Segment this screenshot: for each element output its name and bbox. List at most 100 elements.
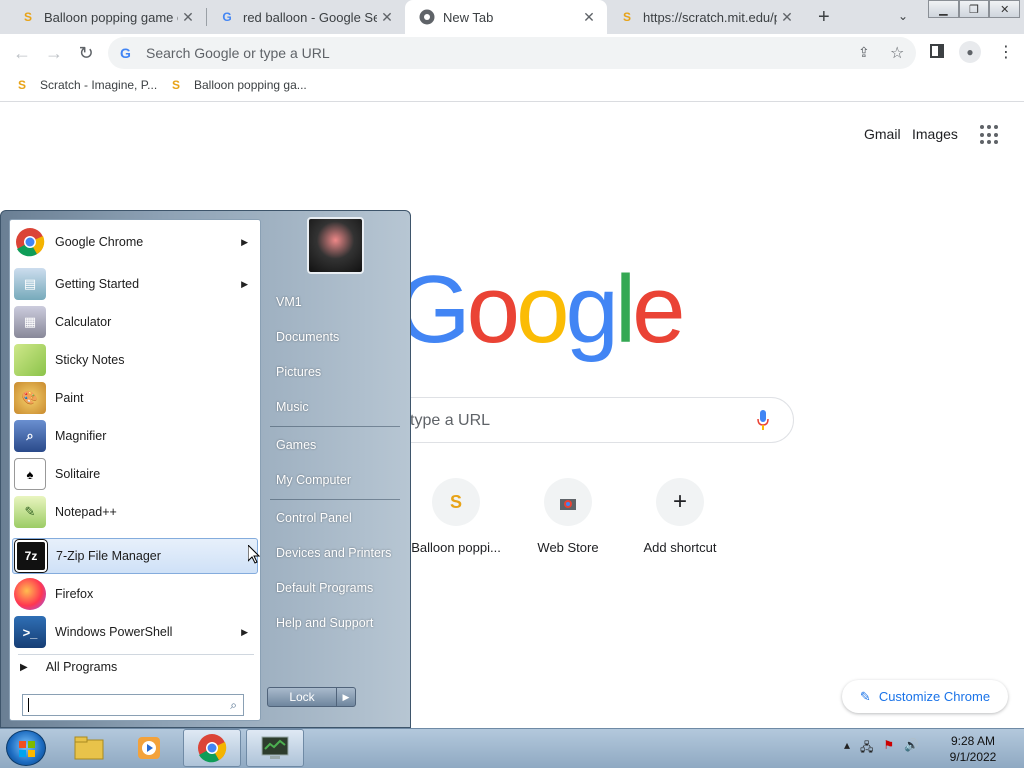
program-label: 7-Zip File Manager bbox=[56, 549, 161, 563]
program-label: Magnifier bbox=[55, 429, 107, 443]
submenu-arrow-icon: ▶ bbox=[241, 626, 248, 637]
bookmark-star-icon[interactable]: ☆ bbox=[890, 43, 904, 63]
start-menu-programs: Google Chrome ▶ ▤ Getting Started ▶ ▦ Ca… bbox=[9, 219, 261, 721]
volume-icon[interactable]: 🔊 bbox=[904, 738, 919, 759]
back-button[interactable]: ← bbox=[8, 39, 36, 67]
new-tab-button[interactable]: + bbox=[818, 6, 830, 29]
microphone-icon[interactable] bbox=[757, 410, 769, 430]
start-link-vm1[interactable]: VM1 bbox=[276, 295, 302, 309]
program-label: Sticky Notes bbox=[55, 353, 125, 367]
sticky-notes-icon bbox=[14, 344, 46, 376]
program-calculator[interactable]: ▦ Calculator bbox=[12, 304, 258, 340]
program-sticky-notes[interactable]: Sticky Notes bbox=[12, 342, 258, 378]
start-link-pictures[interactable]: Pictures bbox=[276, 365, 321, 379]
program-getting-started[interactable]: ▤ Getting Started ▶ bbox=[12, 266, 258, 302]
start-link-default-programs[interactable]: Default Programs bbox=[276, 581, 373, 595]
start-link-control-panel[interactable]: Control Panel bbox=[276, 511, 352, 525]
start-link-devices-printers[interactable]: Devices and Printers bbox=[276, 546, 391, 560]
window-controls: ▁ ❐ ✕ bbox=[928, 0, 1021, 18]
firefox-icon bbox=[14, 578, 46, 610]
tab-title: New Tab bbox=[443, 9, 494, 25]
program-label: Google Chrome bbox=[55, 235, 144, 249]
taskbar-task-manager[interactable] bbox=[246, 729, 304, 767]
shortcut-add[interactable]: + Add shortcut bbox=[625, 478, 735, 555]
address-bar[interactable]: G Search Google or type a URL ⇪ ☆ bbox=[108, 37, 916, 69]
start-link-games[interactable]: Games bbox=[276, 438, 316, 452]
chrome-icon bbox=[198, 734, 227, 763]
triangle-right-icon: ▶ bbox=[20, 661, 28, 673]
divider bbox=[18, 654, 254, 655]
shortcut-label: Web Store bbox=[537, 540, 599, 555]
start-menu: Google Chrome ▶ ▤ Getting Started ▶ ▦ Ca… bbox=[0, 210, 411, 728]
powershell-icon: >_ bbox=[14, 616, 46, 648]
gmail-link[interactable]: Gmail bbox=[864, 126, 901, 142]
tab-scratch-url[interactable]: S https://scratch.mit.edu/p ✕ bbox=[607, 0, 805, 34]
close-icon[interactable]: ✕ bbox=[377, 9, 397, 26]
shortcut-label: Balloon poppi... bbox=[411, 540, 501, 555]
start-button[interactable] bbox=[6, 730, 46, 766]
program-paint[interactable]: 🎨 Paint bbox=[12, 380, 258, 416]
web-store-icon bbox=[544, 478, 592, 526]
start-link-documents[interactable]: Documents bbox=[276, 330, 339, 344]
calculator-icon: ▦ bbox=[14, 306, 46, 338]
show-hidden-icons-icon[interactable]: ▴ bbox=[844, 738, 850, 759]
profile-avatar-icon[interactable]: ● bbox=[959, 41, 981, 63]
mouse-cursor-icon bbox=[248, 545, 260, 564]
apps-grid-icon[interactable] bbox=[980, 125, 1000, 145]
pencil-icon: ✎ bbox=[859, 688, 871, 704]
shortcut-balloon[interactable]: S Balloon poppi... bbox=[401, 478, 511, 555]
program-powershell[interactable]: >_ Windows PowerShell ▶ bbox=[12, 614, 258, 650]
browser-toolbar: ← → ↻ G Search Google or type a URL ⇪ ☆ … bbox=[0, 34, 1024, 72]
restore-button[interactable]: ❐ bbox=[958, 0, 990, 18]
bookmark-item[interactable]: S Scratch - Imagine, P... bbox=[18, 78, 157, 92]
tab-new-tab[interactable]: New Tab ✕ bbox=[405, 0, 607, 34]
close-icon[interactable]: ✕ bbox=[777, 9, 797, 26]
scratch-icon: S bbox=[432, 478, 480, 526]
minimize-button[interactable]: ▁ bbox=[928, 0, 959, 18]
images-link[interactable]: Images bbox=[912, 126, 958, 142]
forward-button[interactable]: → bbox=[40, 39, 68, 67]
solitaire-icon: ♠ bbox=[14, 458, 46, 490]
all-programs-button[interactable]: ▶ All Programs bbox=[20, 660, 117, 674]
tab-title: https://scratch.mit.edu/p bbox=[643, 9, 777, 25]
reload-button[interactable]: ↻ bbox=[72, 39, 100, 67]
taskbar-chrome[interactable] bbox=[183, 729, 241, 767]
search-placeholder: type a URL bbox=[410, 412, 491, 429]
program-firefox[interactable]: Firefox bbox=[12, 576, 258, 612]
action-center-icon[interactable]: ⚑ bbox=[883, 738, 894, 759]
close-icon[interactable]: ✕ bbox=[178, 9, 198, 26]
tab-search-chevron-icon[interactable]: ⌄ bbox=[898, 9, 908, 23]
taskbar-media-player[interactable] bbox=[120, 729, 178, 767]
program-google-chrome[interactable]: Google Chrome ▶ bbox=[12, 224, 258, 260]
program-7zip[interactable]: 7z 7-Zip File Manager bbox=[12, 538, 258, 574]
clock[interactable]: 9:28 AM 9/1/2022 bbox=[940, 733, 1006, 765]
shutdown-options-arrow-icon[interactable]: ▶ bbox=[336, 687, 356, 707]
network-icon[interactable]: 🖧 bbox=[860, 738, 873, 759]
taskbar-explorer[interactable] bbox=[60, 729, 118, 767]
program-label: Notepad++ bbox=[55, 505, 117, 519]
share-icon[interactable]: ⇪ bbox=[858, 44, 870, 61]
search-icon[interactable]: ⌕ bbox=[230, 698, 237, 713]
start-search-input[interactable]: ⌕ bbox=[22, 694, 244, 716]
chrome-icon bbox=[419, 9, 435, 25]
close-window-button[interactable]: ✕ bbox=[989, 0, 1021, 18]
program-notepadpp[interactable]: ✎ Notepad++ bbox=[12, 494, 258, 530]
start-link-my-computer[interactable]: My Computer bbox=[276, 473, 351, 487]
side-panel-icon[interactable] bbox=[930, 44, 944, 58]
clock-time: 9:28 AM bbox=[950, 734, 996, 748]
bookmark-item[interactable]: S Balloon popping ga... bbox=[172, 78, 307, 92]
start-link-music[interactable]: Music bbox=[276, 400, 309, 414]
close-icon[interactable]: ✕ bbox=[579, 9, 599, 26]
lock-button[interactable]: Lock bbox=[267, 687, 337, 707]
menu-kebab-icon[interactable]: ⋮ bbox=[998, 42, 1014, 62]
getting-started-icon: ▤ bbox=[14, 268, 46, 300]
tab-balloon-game[interactable]: S Balloon popping game o ✕ bbox=[0, 0, 206, 34]
notepadpp-icon: ✎ bbox=[14, 496, 46, 528]
shortcut-web-store[interactable]: Web Store bbox=[513, 478, 623, 555]
customize-chrome-button[interactable]: ✎ Customize Chrome bbox=[842, 680, 1008, 713]
tab-red-balloon[interactable]: G red balloon - Google Sea ✕ bbox=[207, 0, 405, 34]
program-magnifier[interactable]: ⌕ Magnifier bbox=[12, 418, 258, 454]
user-picture[interactable] bbox=[307, 217, 364, 274]
program-solitaire[interactable]: ♠ Solitaire bbox=[12, 456, 258, 492]
start-link-help-support[interactable]: Help and Support bbox=[276, 616, 373, 630]
